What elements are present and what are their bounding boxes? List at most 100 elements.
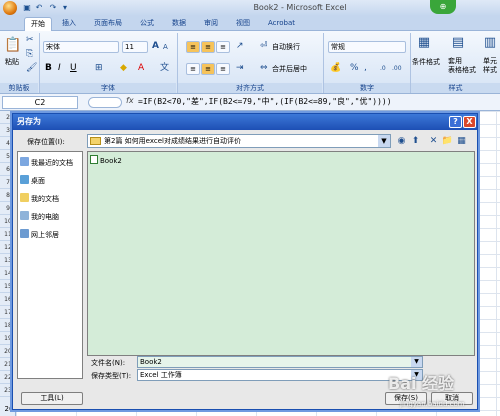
tools-button[interactable]: 工具(L) — [21, 392, 83, 405]
place-my-documents[interactable]: 我的文档 — [20, 192, 84, 206]
formula-bar-zoom[interactable] — [88, 97, 122, 108]
name-box[interactable]: C2 — [2, 96, 78, 109]
status-badge: ⊕ — [430, 0, 456, 14]
increase-decimal-icon[interactable]: .0 — [380, 63, 386, 74]
italic-icon[interactable]: I — [58, 63, 61, 74]
save-button[interactable]: 保存(S) — [385, 392, 427, 405]
undo-icon[interactable]: ↶ — [34, 3, 44, 13]
filename-input[interactable]: Book2 ▼ — [137, 356, 423, 368]
place-label: 我最近的文档 — [31, 159, 73, 167]
formula-bar: C2 fx =IF(B2<70,"差",IF(B2<=79,"中",(IF(B2… — [0, 94, 500, 111]
up-folder-icon[interactable]: ⬆ — [409, 134, 422, 148]
font-size-select[interactable]: 11 — [122, 41, 148, 53]
save-in-label: 保存位置(I): — [27, 138, 65, 146]
cell-styles-icon[interactable]: ▥ — [482, 36, 498, 49]
chevron-down-icon[interactable]: ▼ — [411, 357, 422, 367]
cell-styles-label[interactable]: 单元 样式 — [483, 57, 497, 75]
filename-label: 文件名(N): — [91, 359, 126, 367]
tab-view[interactable]: 视图 — [230, 17, 256, 31]
dialog-title: 另存为 — [13, 114, 477, 130]
paste-icon[interactable]: 📋 — [4, 37, 21, 53]
align-right-icon[interactable]: ≡ — [216, 63, 230, 75]
close-button[interactable]: X — [463, 116, 476, 128]
file-name: Book2 — [100, 157, 122, 165]
place-network[interactable]: 网上邻居 — [20, 228, 84, 242]
tab-acrobat[interactable]: Acrobat — [262, 17, 301, 31]
views-icon[interactable]: ▦ — [455, 134, 468, 148]
tab-formulas[interactable]: 公式 — [134, 17, 160, 31]
delete-icon[interactable]: ✕ — [427, 134, 440, 148]
tab-data[interactable]: 数据 — [166, 17, 192, 31]
format-painter-icon[interactable]: 🖌 — [26, 63, 37, 74]
bold-icon[interactable]: B — [45, 63, 52, 74]
formula-input[interactable]: =IF(B2<70,"差",IF(B2<=79,"中",(IF(B2<=89,"… — [138, 96, 498, 109]
table-format-label[interactable]: 套用 表格格式 — [448, 57, 476, 75]
wrap-text-icon[interactable]: ⏎ — [260, 41, 268, 52]
place-label: 网上邻居 — [31, 231, 59, 239]
group-number-label: 数字 — [324, 83, 410, 93]
save-as-dialog: 另存为 ? X 保存位置(I): 第2篇 如何用excel对成绩结果进行自动评价… — [12, 113, 478, 410]
phonetic-icon[interactable]: 文 — [160, 63, 169, 74]
place-desktop[interactable]: 桌面 — [20, 174, 84, 188]
help-button[interactable]: ? — [449, 116, 462, 128]
align-top-icon[interactable]: ≡ — [186, 41, 200, 53]
conditional-format-icon[interactable]: ▦ — [416, 36, 432, 49]
wrap-text-label[interactable]: 自动换行 — [272, 42, 300, 52]
cut-icon[interactable]: ✂ — [26, 35, 34, 46]
save-in-select[interactable]: 第2篇 如何用excel对成绩结果进行自动评价 ▼ — [87, 134, 391, 148]
list-item[interactable]: Book2 — [90, 155, 122, 165]
currency-icon[interactable]: 💰 — [330, 63, 341, 74]
ribbon-tabs: 开始 插入 页面布局 公式 数据 审阅 视图 Acrobat — [0, 16, 500, 31]
number-format-select[interactable]: 常规 — [328, 41, 406, 53]
align-bottom-icon[interactable]: ≡ — [216, 41, 230, 53]
conditional-format-label[interactable]: 条件格式 — [412, 57, 440, 67]
indent-icon[interactable]: ⇥ — [236, 63, 244, 74]
filetype-select[interactable]: Excel 工作簿 ▼ — [137, 369, 423, 381]
new-folder-icon[interactable]: 📁 — [441, 134, 454, 148]
cancel-button[interactable]: 取消 — [431, 392, 473, 405]
file-list[interactable]: Book2 — [87, 151, 475, 356]
align-center-icon[interactable]: ≡ — [201, 63, 215, 75]
orientation-icon[interactable]: ↗ — [236, 41, 244, 52]
desktop-icon — [20, 175, 29, 184]
tab-page-layout[interactable]: 页面布局 — [88, 17, 128, 31]
office-button[interactable] — [3, 1, 17, 15]
grow-font-icon[interactable]: A — [152, 41, 159, 52]
table-format-icon[interactable]: ▤ — [450, 36, 466, 49]
align-left-icon[interactable]: ≡ — [186, 63, 200, 75]
shrink-font-icon[interactable]: A — [163, 42, 168, 53]
decrease-decimal-icon[interactable]: .00 — [392, 63, 402, 74]
fill-color-icon[interactable]: ◆ — [120, 63, 127, 74]
tab-insert[interactable]: 插入 — [56, 17, 82, 31]
align-middle-icon[interactable]: ≡ — [201, 41, 215, 53]
place-label: 我的电脑 — [31, 213, 59, 221]
excel-window: ▣ ↶ ↷ ▾ Book2 - Microsoft Excel ⊕ 开始 插入 … — [0, 0, 500, 416]
paste-label: 粘贴 — [5, 58, 19, 66]
underline-icon[interactable]: U — [70, 63, 77, 74]
insert-function-icon[interactable]: fx — [126, 96, 134, 105]
tab-review[interactable]: 审阅 — [198, 17, 224, 31]
my-computer-icon — [20, 211, 29, 220]
merge-center-icon[interactable]: ⇔ — [260, 63, 268, 74]
merge-center-label[interactable]: 合并后居中 — [272, 64, 307, 74]
place-my-computer[interactable]: 我的电脑 — [20, 210, 84, 224]
save-icon[interactable]: ▣ — [22, 3, 32, 13]
tab-home[interactable]: 开始 — [24, 17, 52, 31]
copy-icon[interactable]: ⎘ — [26, 49, 33, 60]
border-icon[interactable]: ⊞ — [95, 63, 103, 74]
percent-icon[interactable]: % — [350, 63, 359, 74]
chevron-down-icon[interactable]: ▼ — [378, 135, 390, 147]
font-name-select[interactable]: 宋体 — [43, 41, 119, 53]
back-icon[interactable]: ◉ — [395, 134, 408, 148]
customize-qat-icon[interactable]: ▾ — [60, 3, 70, 13]
comma-icon[interactable]: , — [364, 63, 367, 74]
chevron-down-icon[interactable]: ▼ — [411, 370, 422, 380]
recent-docs-icon — [20, 157, 29, 166]
folder-icon — [90, 137, 101, 145]
redo-icon[interactable]: ↷ — [48, 3, 58, 13]
font-color-icon[interactable]: A — [138, 63, 144, 74]
ribbon: 📋 粘贴 ✂ ⎘ 🖌 剪贴板 宋体 11 A A B I U ⊞ ◆ A 文 字… — [0, 31, 500, 94]
place-recent[interactable]: 我最近的文档 — [20, 156, 84, 170]
group-styles-label: 样式 — [411, 83, 500, 93]
place-label: 我的文档 — [31, 195, 59, 203]
